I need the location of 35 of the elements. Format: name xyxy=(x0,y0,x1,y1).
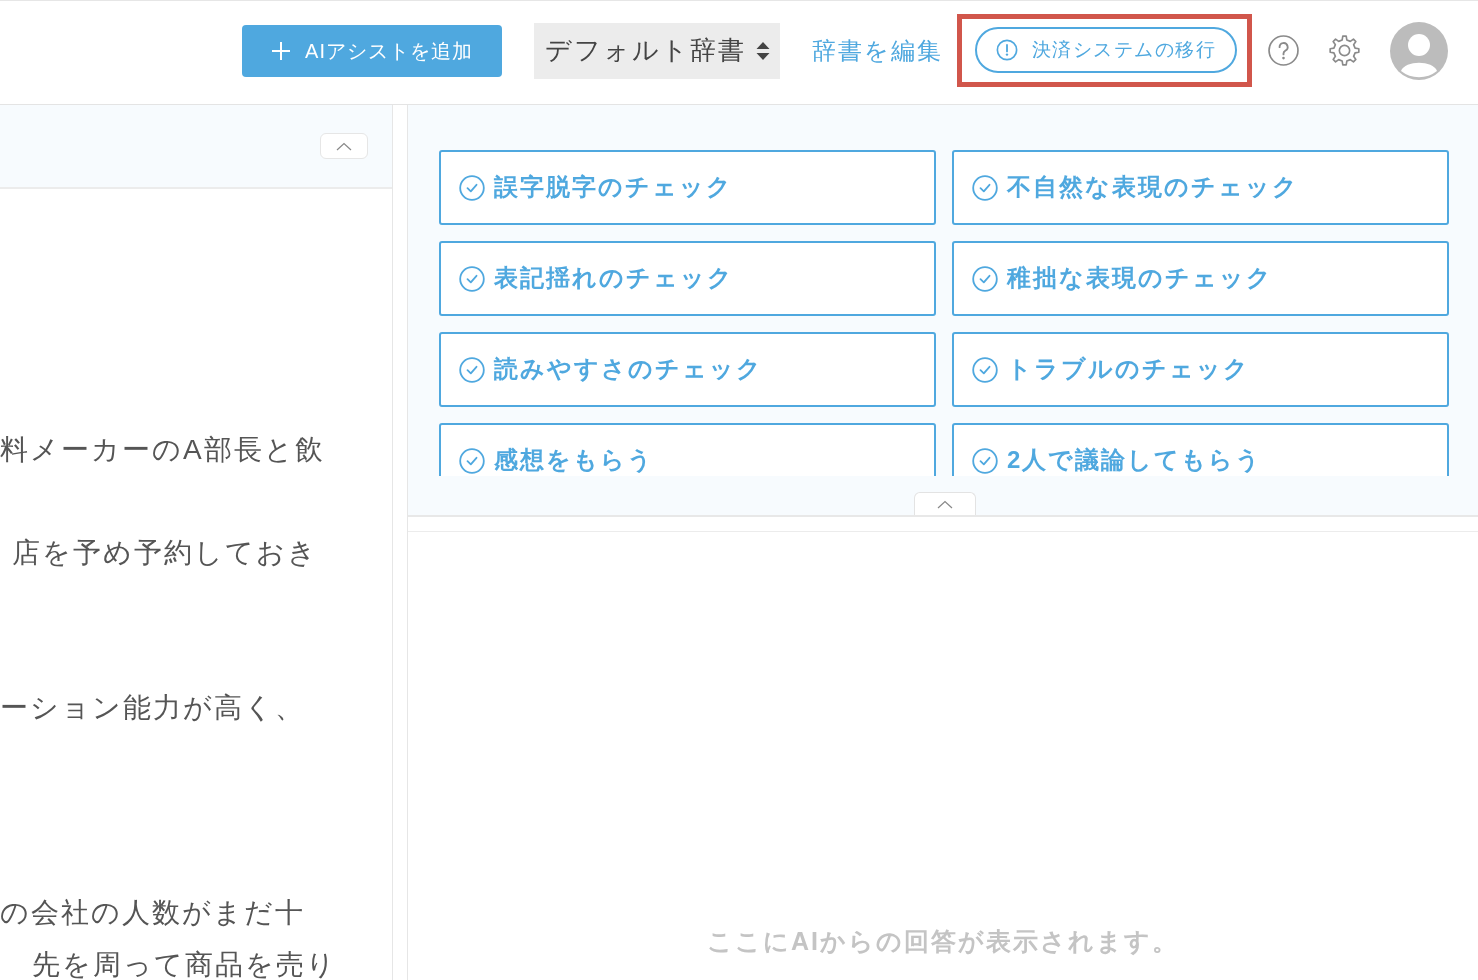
avatar-icon[interactable] xyxy=(1390,21,1448,80)
assist-button[interactable]: 2人で議論してもらう xyxy=(952,423,1449,476)
assist-button[interactable]: 表記揺れのチェック xyxy=(439,241,936,316)
add-assist-button[interactable]: AIアシストを追加 xyxy=(242,25,502,77)
settings-icon[interactable] xyxy=(1328,34,1361,67)
collapse-button[interactable] xyxy=(320,133,368,159)
check-circle-icon xyxy=(459,174,485,201)
assist-button[interactable]: 読みやすさのチェック xyxy=(439,332,936,407)
collapse-tab[interactable] xyxy=(914,492,976,515)
check-circle-icon xyxy=(972,174,998,201)
edit-dictionary-link[interactable]: 辞書を編集 xyxy=(812,34,943,67)
assist-button[interactable]: 誤字脱字のチェック xyxy=(439,150,936,225)
assist-button[interactable]: トラブルのチェック xyxy=(952,332,1449,407)
plus-icon xyxy=(271,41,292,61)
editor-text-line: 先を周って商品を売り xyxy=(31,950,337,980)
migration-button[interactable]: 決済システムの移行 xyxy=(975,27,1237,73)
chevron-up-icon xyxy=(937,499,953,509)
editor-text-line: の会社の人数がまだ十 xyxy=(0,898,305,928)
check-circle-icon xyxy=(459,265,485,292)
check-circle-icon xyxy=(972,356,998,383)
editor-text-line: ーション能力が高く、 xyxy=(0,693,305,723)
check-circle-icon xyxy=(972,265,998,292)
empty-state-message: ここにAIからの回答が表示されます。 xyxy=(707,926,1179,957)
help-icon[interactable] xyxy=(1268,35,1299,66)
assist-button[interactable]: 感想をもらう xyxy=(439,423,936,476)
dictionary-select[interactable]: デフォルト辞書 xyxy=(534,22,780,79)
chevron-up-icon xyxy=(336,141,352,151)
check-circle-icon xyxy=(972,447,998,474)
assist-button[interactable]: 不自然な表現のチェック xyxy=(952,150,1449,225)
exclamation-circle-icon xyxy=(995,39,1018,61)
assist-button[interactable]: 稚拙な表現のチェック xyxy=(952,241,1449,316)
check-circle-icon xyxy=(459,447,485,474)
check-circle-icon xyxy=(459,356,485,383)
editor-text-line: 店を予め予約しておき xyxy=(11,538,318,568)
editor-text-line: 料メーカーのA部長と飲 xyxy=(0,435,325,465)
